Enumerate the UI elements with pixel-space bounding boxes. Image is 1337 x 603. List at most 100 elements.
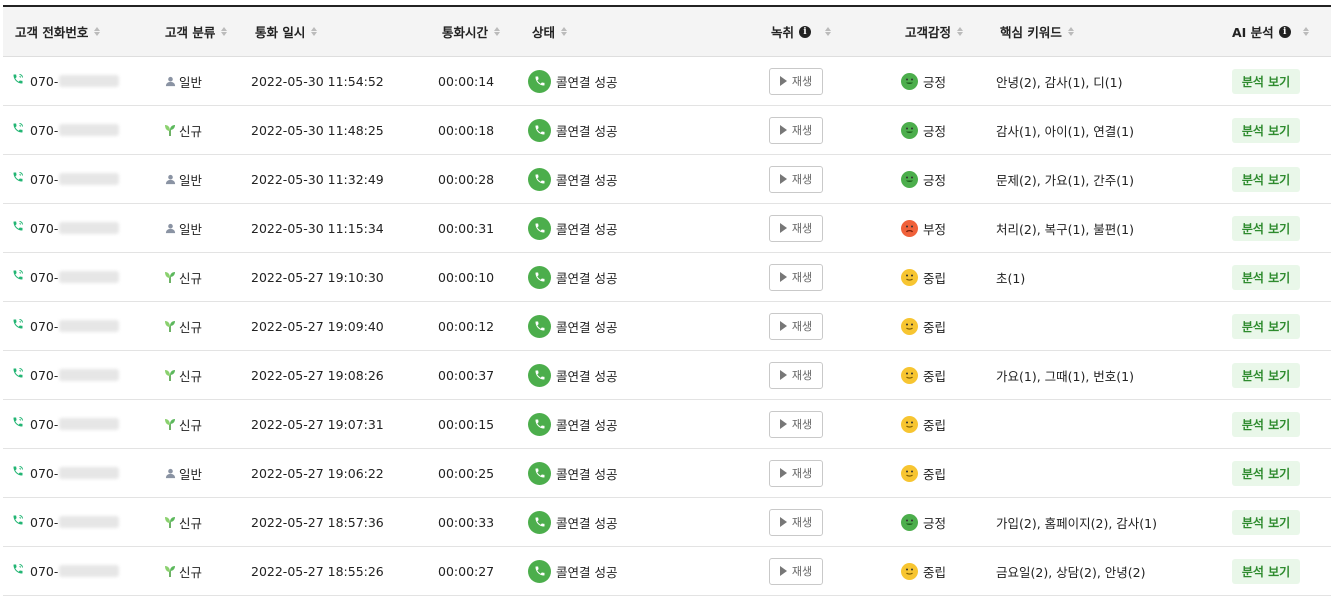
emotion-label: 긍정 (923, 123, 947, 139)
play-button[interactable]: 재생 (769, 312, 823, 340)
phone-cell: 070- (3, 498, 120, 546)
header-status[interactable]: 상태 (532, 7, 568, 56)
phone-cell: 070- (3, 449, 120, 497)
phone-icon (528, 118, 551, 142)
header-datetime[interactable]: 통화 일시 (255, 7, 318, 56)
neutral-face-icon (901, 268, 918, 286)
status-text: 콜연결 성공 (556, 515, 618, 531)
emotion-label: 부정 (923, 221, 947, 237)
play-button[interactable]: 재생 (769, 508, 823, 536)
emotion-cell: 중립 (901, 449, 946, 497)
ai-analysis-button[interactable]: 분석 보기 (1232, 166, 1300, 192)
play-icon (779, 76, 787, 86)
happy-face-icon (901, 72, 918, 90)
ai-analysis-button[interactable]: 분석 보기 (1232, 558, 1300, 584)
type-cell: 신규 (163, 400, 202, 448)
table-body: 070- 일반 2022-05-30 11:54:52 00:00:14 콜연결 성공 재… (3, 57, 1331, 596)
phone-prefix: 070- (30, 220, 59, 236)
ai-analysis-button[interactable]: 분석 보기 (1232, 313, 1300, 339)
call-datetime: 2022-05-27 19:09:40 (251, 318, 384, 334)
header-type[interactable]: 고객 분류 (165, 7, 228, 56)
neutral-face-icon (901, 562, 918, 580)
sort-icon[interactable] (957, 27, 964, 36)
phone-prefix: 070- (30, 122, 59, 138)
info-icon[interactable]: i (799, 25, 812, 38)
ai-analysis-button[interactable]: 분석 보기 (1232, 411, 1300, 437)
emotion-label: 중립 (923, 417, 947, 433)
phone-cell: 070- (3, 351, 120, 399)
header-keywords[interactable]: 핵심 키워드 (1000, 7, 1074, 56)
keywords: 감사(1), 아이(1), 연결(1) (996, 123, 1135, 139)
call-datetime: 2022-05-27 19:10:30 (251, 269, 384, 285)
play-icon (779, 272, 787, 282)
emotion-label: 중립 (923, 270, 947, 286)
phone-prefix: 070- (30, 73, 59, 89)
ai-cell: 분석 보기 (1232, 155, 1300, 203)
play-button[interactable]: 재생 (769, 410, 823, 438)
phone-cell: 070- (3, 57, 120, 105)
phone-number-masked (59, 467, 120, 479)
table-row: 070- 신규 2022-05-30 11:48:25 00:00:18 콜연결 성공 재… (3, 106, 1331, 155)
status-cell: 콜연결 성공 (528, 106, 617, 154)
play-button[interactable]: 재생 (769, 459, 823, 487)
play-icon (779, 125, 787, 135)
call-datetime: 2022-05-30 11:54:52 (251, 73, 384, 89)
status-cell: 콜연결 성공 (528, 547, 617, 595)
ai-analysis-button[interactable]: 분석 보기 (1232, 460, 1300, 486)
table-row: 070- 일반 2022-05-30 11:15:34 00:00:31 콜연결 성공 재… (3, 204, 1331, 253)
sort-icon[interactable] (94, 27, 101, 36)
header-phone[interactable]: 고객 전화번호 (15, 7, 101, 56)
header-duration[interactable]: 통화시간 (442, 7, 501, 56)
play-button[interactable]: 재생 (769, 361, 823, 389)
play-button[interactable]: 재생 (769, 165, 823, 193)
neutral-face-icon (901, 464, 918, 482)
user-icon (163, 468, 177, 479)
ai-analysis-button[interactable]: 분석 보기 (1232, 68, 1300, 94)
phone-call-icon (12, 367, 24, 383)
happy-face-icon (901, 170, 918, 188)
user-icon (163, 174, 177, 185)
keywords: 안녕(2), 감사(1), 디(1) (996, 74, 1123, 90)
play-button[interactable]: 재생 (769, 116, 823, 144)
emotion-cell: 부정 (901, 204, 946, 252)
sprout-icon (163, 565, 177, 577)
header-ai[interactable]: AI 분석 i (1232, 7, 1309, 56)
info-icon[interactable]: i (1278, 25, 1291, 38)
ai-cell: 분석 보기 (1232, 253, 1300, 301)
play-button[interactable]: 재생 (769, 214, 823, 242)
status-cell: 콜연결 성공 (528, 155, 617, 203)
call-duration: 00:00:28 (438, 171, 495, 187)
ai-cell: 분석 보기 (1232, 351, 1300, 399)
sprout-icon (163, 418, 177, 430)
play-button[interactable]: 재생 (769, 557, 823, 585)
sort-icon[interactable] (825, 27, 832, 36)
status-text: 콜연결 성공 (556, 221, 618, 237)
phone-prefix: 070- (30, 416, 59, 432)
user-icon (163, 223, 177, 234)
ai-analysis-button[interactable]: 분석 보기 (1232, 117, 1300, 143)
sort-icon[interactable] (1067, 27, 1074, 36)
sort-icon[interactable] (494, 27, 501, 36)
neutral-face-icon (901, 366, 918, 384)
sort-icon[interactable] (311, 27, 318, 36)
ai-analysis-button[interactable]: 분석 보기 (1232, 264, 1300, 290)
phone-cell: 070- (3, 302, 120, 350)
sort-icon[interactable] (561, 27, 568, 36)
sort-icon[interactable] (221, 27, 228, 36)
header-record[interactable]: 녹취 i (771, 7, 832, 56)
ai-analysis-button[interactable]: 분석 보기 (1232, 215, 1300, 241)
play-button[interactable]: 재생 (769, 263, 823, 291)
phone-prefix: 070- (30, 563, 59, 579)
header-emotion[interactable]: 고객감정 (905, 7, 964, 56)
emotion-label: 긍정 (923, 515, 947, 531)
record-cell: 재생 (769, 204, 823, 252)
phone-number-masked (59, 222, 120, 234)
status-cell: 콜연결 성공 (528, 498, 617, 546)
play-button[interactable]: 재생 (769, 67, 823, 95)
status-text: 콜연결 성공 (556, 417, 618, 433)
call-duration: 00:00:31 (438, 220, 495, 236)
ai-analysis-button[interactable]: 분석 보기 (1232, 362, 1300, 388)
sort-icon[interactable] (1302, 27, 1309, 36)
ai-analysis-button[interactable]: 분석 보기 (1232, 509, 1300, 535)
ai-cell: 분석 보기 (1232, 106, 1300, 154)
